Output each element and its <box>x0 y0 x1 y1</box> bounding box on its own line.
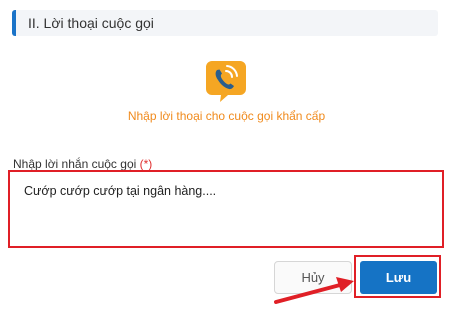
intro-caption: Nhập lời thoại cho cuộc gọi khẩn cấp <box>127 109 326 123</box>
section-title: II. Lời thoại cuộc gọi <box>28 15 154 31</box>
message-textarea-value: Cướp cướp cướp tại ngân hàng.... <box>24 184 217 198</box>
arrow-pointer-icon <box>270 274 360 310</box>
save-button[interactable]: Lưu <box>360 261 437 294</box>
section-accent-bar <box>12 10 16 36</box>
message-textarea[interactable]: Cướp cướp cướp tại ngân hàng.... <box>8 170 444 248</box>
required-mark: (*) <box>139 157 153 171</box>
message-field-label-text: Nhập lời nhắn cuộc gọi <box>13 157 137 171</box>
message-field-label: Nhập lời nhắn cuộc gọi (*) <box>13 157 152 171</box>
section-header: II. Lời thoại cuộc gọi <box>12 10 438 36</box>
phone-call-icon <box>206 61 246 103</box>
